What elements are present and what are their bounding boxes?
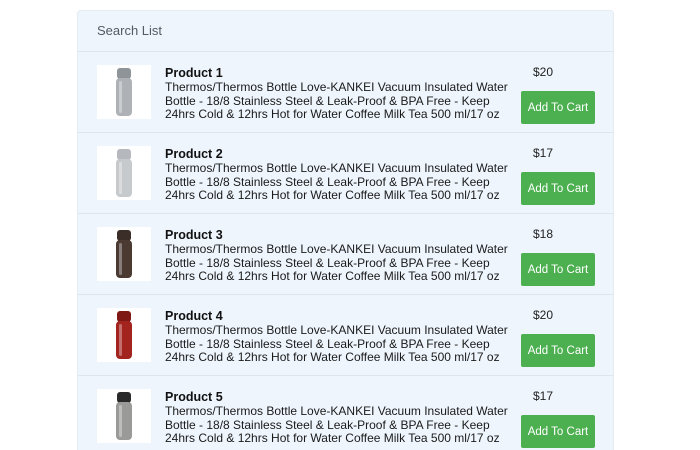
bottle-icon xyxy=(97,227,151,281)
product-description: Thermos/Thermos Bottle Love-KANKEI Vacuu… xyxy=(165,323,508,364)
bottle-icon xyxy=(97,389,151,443)
product-price: $17 xyxy=(533,146,554,160)
product-name[interactable]: Product 3 xyxy=(165,228,517,242)
add-to-cart-button[interactable]: Add To Cart xyxy=(521,415,595,448)
product-description: Thermos/Thermos Bottle Love-KANKEI Vacuu… xyxy=(165,161,508,202)
product-image[interactable] xyxy=(97,227,151,281)
product-description: Thermos/Thermos Bottle Love-KANKEI Vacuu… xyxy=(165,80,508,121)
product-price: $17 xyxy=(533,389,554,403)
list-item: Product 5 Thermos/Thermos Bottle Love-KA… xyxy=(78,376,613,450)
product-list: Product 1 Thermos/Thermos Bottle Love-KA… xyxy=(78,52,613,450)
product-price: $20 xyxy=(533,308,554,322)
product-image[interactable] xyxy=(97,146,151,200)
bottle-icon xyxy=(97,65,151,119)
product-name[interactable]: Product 2 xyxy=(165,147,517,161)
search-list-panel: Search List Product 1 Thermos/Thermos Bo… xyxy=(77,10,614,450)
product-info: Product 3 Thermos/Thermos Bottle Love-KA… xyxy=(165,228,517,284)
add-to-cart-button[interactable]: Add To Cart xyxy=(521,172,595,205)
product-name[interactable]: Product 5 xyxy=(165,390,517,404)
add-to-cart-button[interactable]: Add To Cart xyxy=(521,91,595,124)
product-image[interactable] xyxy=(97,65,151,119)
list-item: Product 2 Thermos/Thermos Bottle Love-KA… xyxy=(78,133,613,214)
product-price: $20 xyxy=(533,65,554,79)
product-name[interactable]: Product 4 xyxy=(165,309,517,323)
add-to-cart-button[interactable]: Add To Cart xyxy=(521,253,595,286)
product-price: $18 xyxy=(533,227,554,241)
product-info: Product 4 Thermos/Thermos Bottle Love-KA… xyxy=(165,309,517,365)
product-info: Product 5 Thermos/Thermos Bottle Love-KA… xyxy=(165,390,517,446)
bottle-icon xyxy=(97,308,151,362)
search-list-title: Search List xyxy=(78,11,613,52)
list-item: Product 3 Thermos/Thermos Bottle Love-KA… xyxy=(78,214,613,295)
product-info: Product 2 Thermos/Thermos Bottle Love-KA… xyxy=(165,147,517,203)
list-item: Product 1 Thermos/Thermos Bottle Love-KA… xyxy=(78,52,613,133)
product-description: Thermos/Thermos Bottle Love-KANKEI Vacuu… xyxy=(165,404,508,445)
product-image[interactable] xyxy=(97,389,151,443)
product-info: Product 1 Thermos/Thermos Bottle Love-KA… xyxy=(165,66,517,122)
list-item: Product 4 Thermos/Thermos Bottle Love-KA… xyxy=(78,295,613,376)
bottle-icon xyxy=(97,146,151,200)
product-image[interactable] xyxy=(97,308,151,362)
product-description: Thermos/Thermos Bottle Love-KANKEI Vacuu… xyxy=(165,242,508,283)
product-name[interactable]: Product 1 xyxy=(165,66,517,80)
add-to-cart-button[interactable]: Add To Cart xyxy=(521,334,595,367)
